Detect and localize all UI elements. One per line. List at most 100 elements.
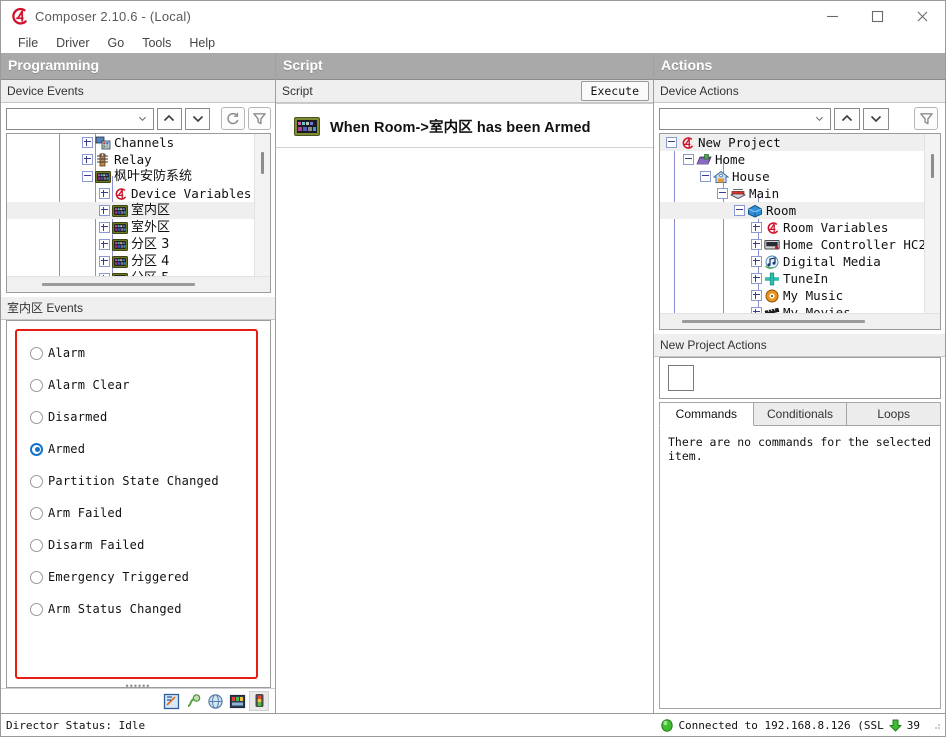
close-icon[interactable] xyxy=(900,1,945,32)
event-radio-row[interactable]: Partition State Changed xyxy=(17,465,256,497)
expand-plus-icon[interactable] xyxy=(751,222,762,233)
tree-row[interactable]: Room Variables xyxy=(660,219,924,236)
tree-row[interactable]: 枫叶安防系统 xyxy=(7,168,254,185)
tree-row[interactable]: 室外区 xyxy=(7,219,254,236)
expand-plus-icon[interactable] xyxy=(82,137,93,148)
radio-button[interactable] xyxy=(30,506,43,520)
project-actions-drop-area[interactable] xyxy=(659,357,941,399)
tree-row[interactable]: New Project xyxy=(660,134,924,151)
programming-traffic-light-icon[interactable] xyxy=(249,691,269,711)
tree-row[interactable]: 分区 3 xyxy=(7,236,254,253)
event-radio-row[interactable]: Alarm xyxy=(17,337,256,369)
event-radio-row[interactable]: Armed xyxy=(17,433,256,465)
radio-button[interactable] xyxy=(30,346,43,360)
media-icon[interactable] xyxy=(227,691,247,711)
event-radio-row[interactable]: Emergency Triggered xyxy=(17,561,256,593)
tree-row[interactable]: Home xyxy=(660,151,924,168)
device-tree-horizontal-scrollbar[interactable] xyxy=(7,276,270,292)
tab-loops[interactable]: Loops xyxy=(847,402,942,426)
device-tree-vertical-scrollbar[interactable] xyxy=(254,134,270,276)
expand-plus-icon[interactable] xyxy=(99,222,110,233)
collapse-minus-icon[interactable] xyxy=(683,154,694,165)
event-radio-row[interactable]: Alarm Clear xyxy=(17,369,256,401)
tab-commands[interactable]: Commands xyxy=(659,402,754,426)
events-radio-group[interactable]: Alarm Alarm Clear Disarmed Armed Partition S… xyxy=(15,329,258,679)
event-radio-row[interactable]: Disarm Failed xyxy=(17,529,256,561)
expand-plus-icon[interactable] xyxy=(751,256,762,267)
tree-row[interactable]: TuneIn xyxy=(660,270,924,287)
event-radio-row[interactable]: Arm Failed xyxy=(17,497,256,529)
radio-button[interactable] xyxy=(30,378,43,392)
actions-tree[interactable]: New Project Home House Main Room Room Variabl… xyxy=(659,133,941,330)
execute-button[interactable]: Execute xyxy=(580,81,649,101)
menu-item-driver[interactable]: Driver xyxy=(47,34,98,52)
filter-button[interactable] xyxy=(247,107,271,130)
radio-button[interactable] xyxy=(30,474,43,488)
events-scroll-up-button[interactable] xyxy=(156,107,183,130)
tree-row[interactable]: Device Variables xyxy=(7,185,254,202)
collapse-minus-icon[interactable] xyxy=(717,188,728,199)
actions-scroll-down-button[interactable] xyxy=(863,107,889,130)
tree-row[interactable]: House xyxy=(660,168,924,185)
collapse-minus-icon[interactable] xyxy=(82,171,93,182)
radio-button[interactable] xyxy=(30,410,43,424)
maximize-icon[interactable] xyxy=(855,1,900,32)
radio-button[interactable] xyxy=(30,538,43,552)
event-radio-row[interactable]: Arm Status Changed xyxy=(17,593,256,625)
tree-node-label: Device Variables xyxy=(131,186,252,201)
expand-plus-icon[interactable] xyxy=(99,256,110,267)
menu-item-go[interactable]: Go xyxy=(99,34,134,52)
expand-plus-icon[interactable] xyxy=(751,290,762,301)
tree-row[interactable]: My Movies xyxy=(660,304,924,313)
events-scroll-down-button[interactable] xyxy=(185,107,211,130)
tree-row[interactable]: Room xyxy=(660,202,924,219)
tree-row[interactable]: 室内区 xyxy=(7,202,254,219)
refresh-button[interactable] xyxy=(221,107,245,130)
event-radio-row[interactable]: Disarmed xyxy=(17,401,256,433)
tree-row[interactable]: Relay xyxy=(7,151,254,168)
resize-grip-icon[interactable] xyxy=(931,720,941,730)
radio-button[interactable] xyxy=(30,442,43,456)
chevron-down-icon xyxy=(138,116,146,122)
minimize-icon[interactable] xyxy=(810,1,855,32)
expand-plus-icon[interactable] xyxy=(751,273,762,284)
expand-plus-icon[interactable] xyxy=(99,239,110,250)
radio-button[interactable] xyxy=(30,570,43,584)
tree-row[interactable]: Digital Media xyxy=(660,253,924,270)
connections-icon[interactable] xyxy=(183,691,203,711)
panel-resize-grip[interactable]: •••••• xyxy=(126,681,151,691)
actions-scroll-up-button[interactable] xyxy=(834,107,860,130)
script-body[interactable]: When Room->室内区 has been Armed xyxy=(276,103,653,713)
tree-row[interactable]: Home Controller HC250 xyxy=(660,236,924,253)
tab-conditionals[interactable]: Conditionals xyxy=(753,402,848,426)
system-design-icon[interactable] xyxy=(161,691,181,711)
expand-plus-icon[interactable] xyxy=(82,154,93,165)
tree-row[interactable]: 分区 4 xyxy=(7,253,254,270)
tree-node-label: Room xyxy=(766,203,797,218)
menu-item-tools[interactable]: Tools xyxy=(133,34,180,52)
expand-plus-icon[interactable] xyxy=(751,239,762,250)
menu-item-file[interactable]: File xyxy=(9,34,47,52)
device-events-combo[interactable] xyxy=(6,107,154,130)
tree-row[interactable]: Channels xyxy=(7,134,254,151)
collapse-minus-icon[interactable] xyxy=(734,205,745,216)
actions-filter-button[interactable] xyxy=(914,107,938,130)
expand-plus-icon[interactable] xyxy=(99,205,110,216)
actions-tree-vertical-scrollbar[interactable] xyxy=(924,134,940,313)
network-icon[interactable] xyxy=(205,691,225,711)
expand-plus-icon[interactable] xyxy=(99,188,110,199)
actions-tree-horizontal-scrollbar[interactable] xyxy=(660,313,940,329)
action-placeholder-box[interactable] xyxy=(668,365,694,391)
connection-status-text: Connected to 192.168.8.126 (SSL xyxy=(678,718,884,732)
actions-tab-strip[interactable]: Commands Conditionals Loops xyxy=(659,402,942,426)
collapse-minus-icon[interactable] xyxy=(666,137,677,148)
tree-row[interactable]: My Music xyxy=(660,287,924,304)
radio-button[interactable] xyxy=(30,602,43,616)
tree-row[interactable]: Main xyxy=(660,185,924,202)
device-tree[interactable]: Channels Relay 枫叶安防系统 Device Variables 室内区 室外… xyxy=(6,133,271,293)
collapse-minus-icon[interactable] xyxy=(700,171,711,182)
download-arrow-icon[interactable] xyxy=(889,719,902,732)
menu-item-help[interactable]: Help xyxy=(180,34,224,52)
script-line-item[interactable]: When Room->室内区 has been Armed xyxy=(276,104,653,137)
device-actions-combo[interactable] xyxy=(659,107,831,130)
